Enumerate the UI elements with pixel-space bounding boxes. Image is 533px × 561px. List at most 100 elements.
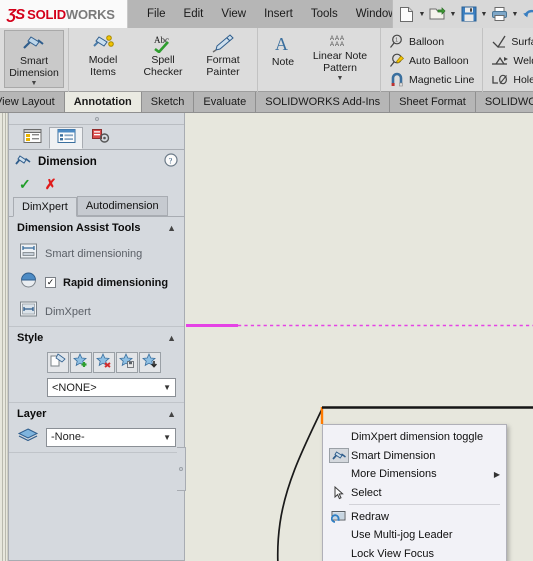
menu-label-smart-dimension: Smart Dimension xyxy=(351,449,436,462)
auto-balloon-icon xyxy=(389,53,405,68)
x-icon[interactable]: ✗ xyxy=(45,176,57,193)
centerline-solid-segment[interactable] xyxy=(186,324,238,327)
layer-combo[interactable]: -None- ▼ xyxy=(46,427,176,447)
menu-view[interactable]: View xyxy=(212,4,255,24)
tab-sketch[interactable]: Sketch xyxy=(142,92,195,112)
save-style-button[interactable] xyxy=(116,352,138,373)
page-title: Dimension xyxy=(38,156,97,168)
label-dimxpert: DimXpert xyxy=(45,305,91,318)
linear-note-pattern-label-2: Pattern xyxy=(323,61,357,74)
add-style-button[interactable] xyxy=(70,352,92,373)
weld-symbol-button[interactable]: Weld Symbol xyxy=(487,51,533,70)
save-caret-icon[interactable]: ▼ xyxy=(480,11,488,18)
format-painter-button[interactable]: Format Painter xyxy=(193,30,253,78)
chevron-down-icon-style-combo[interactable]: ▼ xyxy=(163,383,171,392)
new-document-caret-icon[interactable]: ▼ xyxy=(418,11,426,18)
magnetic-line-button[interactable]: Magnetic Line xyxy=(385,70,478,89)
model-arc-curve xyxy=(276,408,323,561)
linear-note-pattern-caret-icon[interactable]: ▼ xyxy=(337,75,344,82)
save-icon[interactable] xyxy=(458,3,479,25)
tab-view-layout[interactable]: View Layout xyxy=(0,92,65,112)
layer-icon xyxy=(17,427,39,447)
weld-symbol-icon xyxy=(491,53,509,68)
menu-item-smart-dimension[interactable]: Smart Dimension xyxy=(323,447,506,466)
apply-style-button[interactable] xyxy=(47,352,69,373)
context-menu: DimXpert dimension toggle Smart Dimensio… xyxy=(322,424,507,561)
tab-annotation[interactable]: Annotation xyxy=(64,92,142,112)
canvas-rule-line-2 xyxy=(5,113,6,561)
section-dimension-assist-tools: Dimension Assist Tools ▲ Smart dimension… xyxy=(9,217,184,327)
chevron-down-icon-layer-combo[interactable]: ▼ xyxy=(163,433,171,442)
undo-icon[interactable] xyxy=(520,3,533,25)
print-icon[interactable] xyxy=(489,3,510,25)
canvas-rule-line-1 xyxy=(2,113,3,561)
subtab-dimxpert[interactable]: DimXpert xyxy=(13,197,77,217)
tab-sheet-format[interactable]: Sheet Format xyxy=(390,92,476,112)
menu-label-select: Select xyxy=(351,487,382,500)
cursor-arrow-icon xyxy=(329,486,349,500)
balloon-button[interactable]: 1 Balloon xyxy=(385,32,478,51)
print-caret-icon[interactable]: ▼ xyxy=(511,11,519,18)
section-header-layer[interactable]: Layer ▲ xyxy=(9,403,184,425)
spell-checker-label-2: Checker xyxy=(143,65,183,78)
model-items-label-1: Model xyxy=(88,54,118,66)
tab-evaluate[interactable]: Evaluate xyxy=(194,92,257,112)
section-header-style[interactable]: Style ▲ xyxy=(9,327,184,349)
menu-item-select[interactable]: Select xyxy=(323,484,506,503)
hole-callout-button[interactable]: Hole Callout xyxy=(487,70,533,89)
note-button[interactable]: A Note xyxy=(262,30,304,69)
tab-solidworks-add-ins[interactable]: SOLIDWORKS Add-Ins xyxy=(256,92,391,112)
section-style: Style ▲ <NONE> ▼ xyxy=(9,327,184,403)
tab-solidworks-inspection[interactable]: SOLIDWORKS Inspection xyxy=(476,92,533,112)
surface-finish-button[interactable]: Surface Finish xyxy=(487,32,533,51)
style-combo[interactable]: <NONE> ▼ xyxy=(47,378,176,397)
spell-checker-button[interactable]: Abc Spell Checker xyxy=(133,30,193,78)
menu-item-dimxpert-dimension-toggle[interactable]: DimXpert dimension toggle xyxy=(323,428,506,447)
section-header-dimension-assist-tools[interactable]: Dimension Assist Tools ▲ xyxy=(9,217,184,239)
dimxpert-icon xyxy=(19,300,38,323)
svg-text:?: ? xyxy=(169,155,173,165)
row-dimxpert[interactable]: DimXpert xyxy=(9,297,184,326)
checkbox-rapid-dimensioning[interactable]: ✓ xyxy=(45,277,56,288)
property-manager-tab[interactable] xyxy=(49,127,83,149)
feature-manager-tree-tab[interactable] xyxy=(15,127,49,149)
menu-item-redraw[interactable]: Redraw xyxy=(323,507,506,526)
panel-splitter-handle[interactable] xyxy=(177,447,186,491)
configuration-manager-tab[interactable] xyxy=(83,127,117,149)
menu-item-more-dimensions[interactable]: More Dimensions ▶ xyxy=(323,465,506,484)
auto-balloon-button[interactable]: Auto Balloon xyxy=(385,51,478,70)
load-style-button[interactable] xyxy=(139,352,161,373)
drawing-canvas[interactable]: Dimension ? ✓ ✗ DimXpert Autodimension D… xyxy=(0,113,533,561)
balloon-label: Balloon xyxy=(409,35,445,48)
open-folder-caret-icon[interactable]: ▼ xyxy=(449,11,457,18)
property-manager-icon xyxy=(57,128,76,149)
model-items-button[interactable]: Model Items xyxy=(73,30,133,78)
menu-edit[interactable]: Edit xyxy=(175,4,213,24)
smart-dimension-label-2: Dimension xyxy=(9,66,59,79)
help-question-icon[interactable]: ? xyxy=(164,152,178,172)
add-style-icon xyxy=(73,352,89,373)
menu-item-use-multi-jog-leader[interactable]: Use Multi-jog Leader xyxy=(323,526,506,545)
row-smart-dimensioning[interactable]: Smart dimensioning xyxy=(9,239,184,268)
panel-grip-handle[interactable] xyxy=(9,113,184,125)
smart-dimension-label: Smart Dimension xyxy=(9,55,59,79)
menu-item-lock-view-focus[interactable]: Lock View Focus xyxy=(323,545,506,561)
smart-dimension-button[interactable]: Smart Dimension ▼ xyxy=(4,30,64,88)
delete-style-button[interactable] xyxy=(93,352,115,373)
chevron-up-icon-style[interactable]: ▲ xyxy=(167,333,176,343)
ribbon-group-annotation-tools: Model Items Abc Spell Checker Format Painte… xyxy=(69,28,258,92)
menu-tools[interactable]: Tools xyxy=(302,4,347,24)
open-folder-icon[interactable] xyxy=(427,3,448,25)
surface-finish-icon xyxy=(491,34,507,49)
new-document-icon[interactable] xyxy=(396,3,417,25)
smart-dimension-caret-icon[interactable]: ▼ xyxy=(31,80,38,87)
subtab-autodimension[interactable]: Autodimension xyxy=(76,196,168,216)
row-rapid-dimensioning[interactable]: ✓ Rapid dimensioning xyxy=(9,268,184,297)
check-icon[interactable]: ✓ xyxy=(19,176,31,193)
linear-note-pattern-button[interactable]: AAA AAA Linear Note Pattern ▼ xyxy=(304,30,376,82)
menu-file[interactable]: File xyxy=(138,4,175,24)
menu-insert[interactable]: Insert xyxy=(255,4,302,24)
chevron-up-icon-layer[interactable]: ▲ xyxy=(167,409,176,419)
chevron-up-icon[interactable]: ▲ xyxy=(167,223,176,233)
apply-style-icon xyxy=(50,352,66,373)
